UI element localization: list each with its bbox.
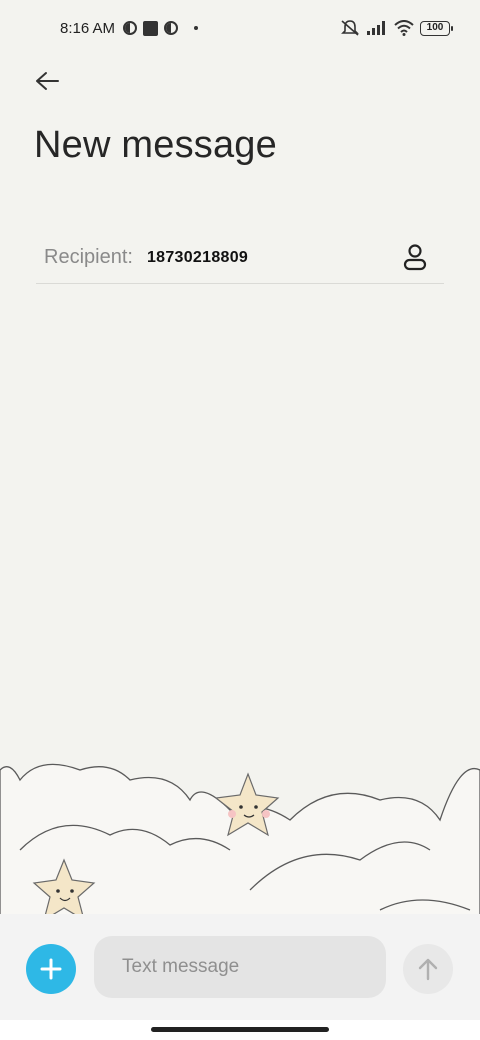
signal-icon <box>367 21 385 35</box>
recipient-value[interactable]: 18730218809 <box>147 249 248 267</box>
notification-circle-icon <box>123 21 138 35</box>
recipient-field[interactable]: Recipient: 18730218809 <box>36 232 444 284</box>
status-time: 8:16 AM <box>60 19 116 37</box>
square-app-icon <box>143 20 159 36</box>
send-button[interactable] <box>403 944 453 994</box>
add-attachment-button[interactable] <box>26 944 76 994</box>
composer-bar: Text message <box>0 914 480 1020</box>
cloud-illustration <box>0 763 480 920</box>
notification-circle-icon <box>164 21 179 35</box>
arrow-up-icon <box>418 958 438 981</box>
navigation-bar <box>0 1020 480 1040</box>
battery-icon: 100 <box>420 20 453 36</box>
dot-icon <box>194 26 199 30</box>
wifi-icon <box>394 20 414 36</box>
recipient-label: Recipient: <box>44 246 133 268</box>
message-input[interactable]: Text message <box>94 936 386 998</box>
status-bar: 8:16 AM 100 <box>0 0 480 56</box>
status-right: 100 <box>340 19 453 37</box>
page-title: New message <box>34 124 277 166</box>
plus-icon <box>40 958 62 980</box>
home-indicator[interactable] <box>151 1027 329 1032</box>
arrow-left-icon <box>36 72 59 90</box>
mute-icon <box>341 20 359 36</box>
select-contact-button[interactable] <box>402 242 428 272</box>
back-button[interactable] <box>32 66 62 96</box>
person-icon <box>403 244 427 271</box>
status-left: 8:16 AM <box>60 19 199 37</box>
